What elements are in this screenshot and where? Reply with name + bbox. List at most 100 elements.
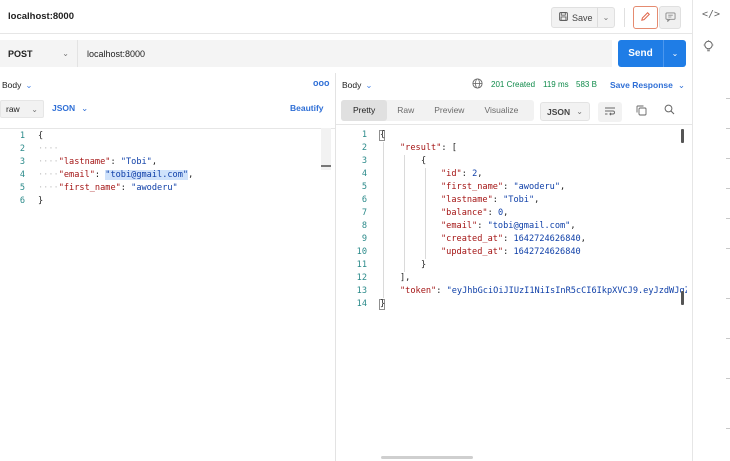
line-number: 12 bbox=[356, 273, 367, 283]
body-language-select[interactable]: JSON ⌄ bbox=[52, 103, 88, 114]
response-scrollbar-thumb[interactable] bbox=[681, 129, 684, 143]
line-number: 2 bbox=[19, 144, 25, 154]
globe-icon[interactable] bbox=[472, 78, 483, 91]
line-number: 8 bbox=[361, 221, 367, 231]
code-line: "result": [ bbox=[400, 143, 457, 153]
code-line: ···· bbox=[38, 144, 59, 154]
code-line: "id": 2, bbox=[441, 169, 483, 179]
response-editor-border bbox=[336, 124, 692, 125]
line-number: 1 bbox=[19, 131, 25, 141]
pane-divider[interactable] bbox=[335, 73, 336, 461]
code-line: ····"email": "tobi@gmail.com", bbox=[38, 170, 194, 180]
chevron-down-icon: ⌄ bbox=[62, 49, 69, 58]
chevron-down-icon: ⌄ bbox=[31, 104, 38, 114]
code-line: } bbox=[421, 260, 427, 270]
code-line: } bbox=[38, 196, 44, 206]
request-body-tab[interactable]: Body ⌄ bbox=[2, 80, 33, 91]
save-button[interactable]: Save ⌄ bbox=[551, 7, 615, 28]
line-number: 5 bbox=[19, 183, 25, 193]
send-button[interactable]: Send ⌄ bbox=[618, 40, 686, 67]
code-snippet-icon[interactable]: </> bbox=[702, 9, 720, 20]
line-number: 10 bbox=[356, 247, 367, 257]
scrollbar-marker bbox=[321, 165, 331, 167]
response-body-tab[interactable]: Body ⌄ bbox=[342, 80, 373, 91]
chevron-down-icon: ⌄ bbox=[25, 80, 33, 90]
lightbulb-icon[interactable] bbox=[703, 40, 714, 55]
right-sidebar bbox=[692, 0, 730, 461]
response-size[interactable]: 583 B bbox=[576, 80, 597, 89]
beautify-button[interactable]: Beautify bbox=[290, 103, 324, 113]
rail-divider bbox=[726, 338, 730, 339]
save-label: Save bbox=[572, 12, 593, 23]
request-editor-scrollbar[interactable] bbox=[321, 128, 331, 170]
line-number: 1 bbox=[361, 130, 367, 140]
response-status[interactable]: 201 Created bbox=[491, 80, 535, 89]
line-number: 4 bbox=[19, 170, 25, 180]
request-editor-border bbox=[0, 128, 335, 129]
code-line: { bbox=[421, 156, 427, 166]
response-time[interactable]: 119 ms bbox=[543, 80, 569, 89]
code-line: "created_at": 1642724626840, bbox=[441, 234, 586, 244]
more-options-icon[interactable]: ooo bbox=[313, 78, 330, 88]
method-label: POST bbox=[8, 48, 33, 59]
send-options-chevron-icon[interactable]: ⌄ bbox=[664, 49, 686, 58]
code-line: { bbox=[380, 130, 386, 140]
code-line: "token": "eyJhbGciOiJIUzI1NiIsInR5cCI6Ik… bbox=[400, 286, 687, 296]
code-line: } bbox=[380, 299, 386, 309]
line-number: 9 bbox=[361, 234, 367, 244]
chevron-down-icon: ⌄ bbox=[81, 103, 89, 113]
indent-guide bbox=[425, 168, 426, 259]
chevron-down-icon: ⌄ bbox=[576, 107, 583, 116]
comment-icon bbox=[665, 11, 676, 24]
method-select[interactable]: POST ⌄ bbox=[0, 40, 78, 67]
rail-divider bbox=[726, 158, 730, 159]
code-line: "lastname": "Tobi", bbox=[441, 195, 540, 205]
code-line: ····"lastname": "Tobi", bbox=[38, 157, 158, 167]
rail-divider bbox=[726, 248, 730, 249]
line-number: 6 bbox=[19, 196, 25, 206]
line-number: 6 bbox=[361, 195, 367, 205]
body-mode-select[interactable]: raw ⌄ bbox=[0, 100, 44, 118]
save-icon bbox=[559, 12, 568, 23]
code-line: ], bbox=[400, 273, 411, 283]
line-number: 14 bbox=[356, 299, 367, 309]
line-number: 7 bbox=[361, 208, 367, 218]
tab-preview[interactable]: Preview bbox=[424, 100, 474, 121]
response-scrollbar-thumb[interactable] bbox=[681, 291, 684, 305]
search-icon[interactable] bbox=[664, 104, 675, 117]
save-response-button[interactable]: Save Response ⌄ bbox=[610, 80, 685, 91]
horizontal-scrollbar[interactable] bbox=[381, 456, 473, 459]
code-line: "updated_at": 1642724626840 bbox=[441, 247, 581, 257]
request-title[interactable]: localhost:8000 bbox=[8, 11, 74, 22]
save-dropdown-chevron-icon[interactable]: ⌄ bbox=[598, 13, 614, 22]
tab-raw[interactable]: Raw bbox=[387, 100, 424, 121]
chevron-down-icon: ⌄ bbox=[677, 80, 685, 90]
code-line: "balance": 0, bbox=[441, 208, 509, 218]
response-format-label: JSON bbox=[547, 106, 571, 117]
url-input[interactable]: localhost:8000 bbox=[78, 40, 612, 67]
line-number: 2 bbox=[361, 143, 367, 153]
code-line: "email": "tobi@gmail.com", bbox=[441, 221, 576, 231]
rail-divider bbox=[726, 428, 730, 429]
response-format-select[interactable]: JSON ⌄ bbox=[540, 102, 590, 121]
edit-button[interactable] bbox=[633, 6, 658, 29]
line-number: 11 bbox=[356, 260, 367, 270]
wrap-lines-button[interactable] bbox=[598, 102, 622, 122]
response-body-tab-label: Body bbox=[342, 80, 362, 90]
tab-pretty[interactable]: Pretty bbox=[341, 100, 388, 121]
code-line: "first_name": "awoderu", bbox=[441, 182, 566, 192]
indent-guide bbox=[404, 155, 405, 272]
line-number: 4 bbox=[361, 169, 367, 179]
line-number: 3 bbox=[19, 157, 25, 167]
send-label: Send bbox=[618, 40, 664, 67]
rail-divider bbox=[726, 378, 730, 379]
comments-button[interactable] bbox=[659, 6, 681, 29]
wrap-lines-icon bbox=[604, 106, 616, 118]
tab-visualize[interactable]: Visualize bbox=[474, 100, 528, 121]
indent-guide bbox=[383, 142, 384, 298]
chevron-down-icon: ⌄ bbox=[365, 80, 373, 90]
copy-icon[interactable] bbox=[636, 105, 647, 118]
rail-divider bbox=[726, 218, 730, 219]
save-response-label: Save Response bbox=[610, 80, 673, 90]
toolbar-divider bbox=[624, 8, 625, 27]
